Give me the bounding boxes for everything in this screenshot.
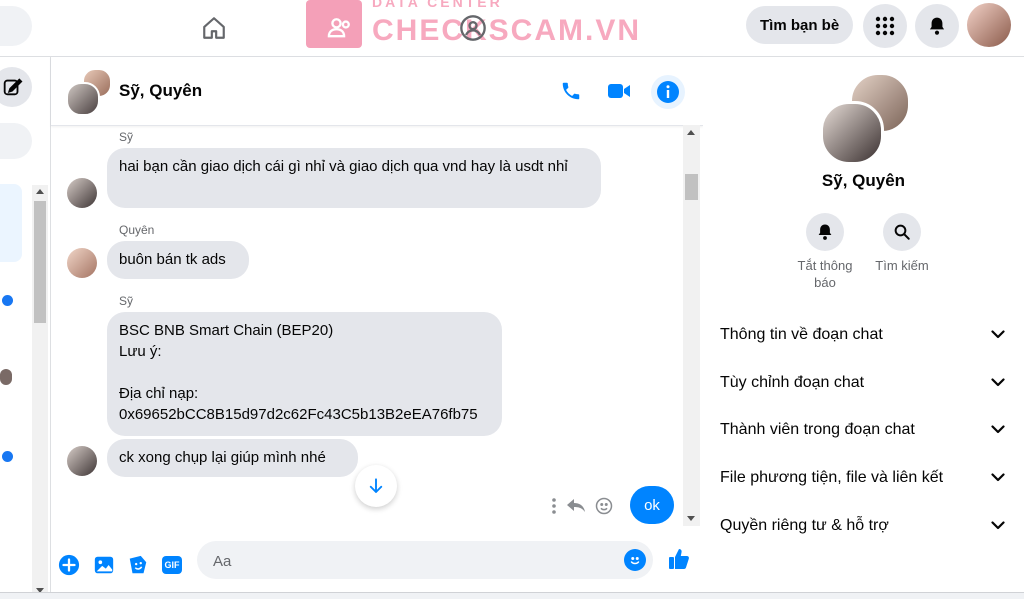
message-line-blank	[119, 362, 490, 383]
scroll-up-arrow-icon[interactable]	[687, 130, 695, 135]
chevron-down-icon	[991, 469, 1005, 487]
conversation-info-icon[interactable]	[651, 75, 685, 109]
reply-icon[interactable]	[567, 499, 585, 518]
conversation-title[interactable]: Sỹ, Quyên	[119, 81, 202, 101]
message-list: Sỹ hai bạn cần giao dịch cái gì nhỉ và g…	[51, 126, 683, 538]
group-member-avatar[interactable]	[66, 82, 100, 116]
message-input-container[interactable]	[197, 541, 653, 581]
chat-search-field[interactable]	[0, 123, 32, 159]
message-bubble[interactable]: buôn bán tk ads	[107, 241, 249, 279]
section-customize-chat[interactable]: Tùy chỉnh đoạn chat	[720, 365, 1005, 401]
section-label: Quyền riêng tư & hỗ trợ	[720, 517, 889, 534]
section-chat-info[interactable]: Thông tin về đoạn chat	[720, 317, 1005, 353]
photo-attach-icon[interactable]	[92, 553, 116, 577]
message-sender: Sỹ	[119, 130, 134, 144]
own-message-bubble[interactable]: ok	[630, 486, 674, 524]
section-label: Thành viên trong đoạn chat	[720, 421, 915, 438]
message-line: Lưu ý:	[119, 343, 162, 360]
watermark-text: CHECKSCAM.VN	[372, 14, 642, 47]
thumbs-up-icon[interactable]	[666, 546, 692, 572]
conversation-header: Sỹ, Quyên	[51, 57, 703, 126]
action-label: Tìm kiếm	[875, 258, 929, 273]
more-options-icon[interactable]	[551, 498, 557, 519]
chat-list-scrollbar[interactable]	[32, 185, 48, 597]
home-icon[interactable]	[194, 8, 234, 48]
unread-indicator	[2, 451, 13, 462]
chevron-down-icon	[991, 374, 1005, 392]
sender-avatar[interactable]	[67, 446, 97, 476]
add-plus-icon[interactable]	[57, 553, 81, 577]
message-input[interactable]	[211, 541, 615, 581]
chevron-down-icon	[991, 517, 1005, 535]
conversation-pane: Sỹ, Quyên Sỹ hai bạn cần giao dịch cái g…	[50, 57, 704, 598]
section-media-files-links[interactable]: File phương tiện, file và liên kết	[720, 460, 1005, 496]
notifications-bell-icon[interactable]	[915, 4, 959, 48]
message-bubble[interactable]: hai bạn cần giao dịch cái gì nhỉ và giao…	[107, 148, 601, 208]
chat-list-avatar[interactable]	[0, 369, 12, 385]
section-chat-members[interactable]: Thành viên trong đoạn chat	[720, 412, 1005, 448]
section-label: File phương tiện, file và liên kết	[720, 469, 944, 486]
gif-label: GIF	[162, 556, 182, 574]
conversation-name: Sỹ, Quyên	[821, 171, 906, 190]
groups-icon[interactable]	[453, 8, 493, 48]
message-sender: Sỹ	[119, 294, 134, 308]
message-composer: GIF	[51, 538, 703, 596]
bell-icon[interactable]	[806, 213, 844, 251]
scroll-down-arrow-icon[interactable]	[687, 516, 695, 521]
message-sender: Quyên	[119, 223, 155, 237]
top-navigation-bar: DATA CENTER CHECKSCAM.VN Tìm bạn bè	[0, 0, 1024, 57]
scroll-to-latest-button[interactable]	[355, 465, 397, 507]
profile-avatar[interactable]	[967, 3, 1011, 47]
section-label: Tùy chỉnh đoạn chat	[720, 374, 865, 391]
menu-grid-icon[interactable]	[863, 4, 907, 48]
video-call-icon[interactable]	[605, 77, 633, 105]
section-privacy-support[interactable]: Quyền riêng tư & hỗ trợ	[720, 508, 1005, 544]
message-line: Địa chỉ nạp:	[119, 385, 199, 402]
chat-list-sidebar	[0, 57, 50, 598]
message-actions	[551, 497, 613, 520]
section-label: Thông tin về đoạn chat	[720, 326, 883, 343]
scrollbar-thumb[interactable]	[34, 201, 46, 323]
group-member-avatar[interactable]	[820, 101, 884, 165]
find-friends-button[interactable]: Tìm bạn bè	[746, 6, 854, 44]
scroll-up-arrow-icon[interactable]	[36, 189, 44, 194]
message-bubble[interactable]: BSC BNB Smart Chain (BEP20) Lưu ý: Địa c…	[107, 312, 502, 436]
action-label: Tắt thông báo	[797, 258, 853, 290]
friends-icon[interactable]	[320, 8, 360, 48]
gif-icon[interactable]: GIF	[160, 553, 184, 577]
new-message-button[interactable]	[0, 67, 32, 107]
search-field-stub[interactable]	[0, 6, 32, 46]
emoji-icon[interactable]	[624, 549, 646, 571]
chat-list-item-selected[interactable]	[0, 184, 22, 262]
chevron-down-icon	[991, 326, 1005, 344]
sender-avatar[interactable]	[67, 248, 97, 278]
sender-avatar[interactable]	[67, 178, 97, 208]
sticker-icon[interactable]	[126, 553, 150, 577]
conversation-info-panel: Sỹ, Quyên Tắt thông báo Tìm kiếm Thông t…	[703, 57, 1024, 598]
react-smiley-icon[interactable]	[595, 497, 613, 520]
mute-notifications-action[interactable]: Tắt thông báo	[789, 213, 861, 291]
message-line: 0x69652bCC8B15d97d2c62Fc43C5b13B2eEA76fb…	[119, 406, 478, 423]
scrollbar-thumb[interactable]	[685, 174, 698, 200]
message-bubble[interactable]: ck xong chụp lại giúp mình nhé	[107, 439, 358, 477]
message-line: BSC BNB Smart Chain (BEP20)	[119, 322, 334, 339]
unread-indicator	[2, 295, 13, 306]
chevron-down-icon	[991, 421, 1005, 439]
phone-call-icon[interactable]	[557, 77, 585, 105]
search-icon[interactable]	[883, 213, 921, 251]
search-conversation-action[interactable]: Tìm kiếm	[866, 213, 938, 274]
conversation-scrollbar[interactable]	[683, 125, 700, 526]
